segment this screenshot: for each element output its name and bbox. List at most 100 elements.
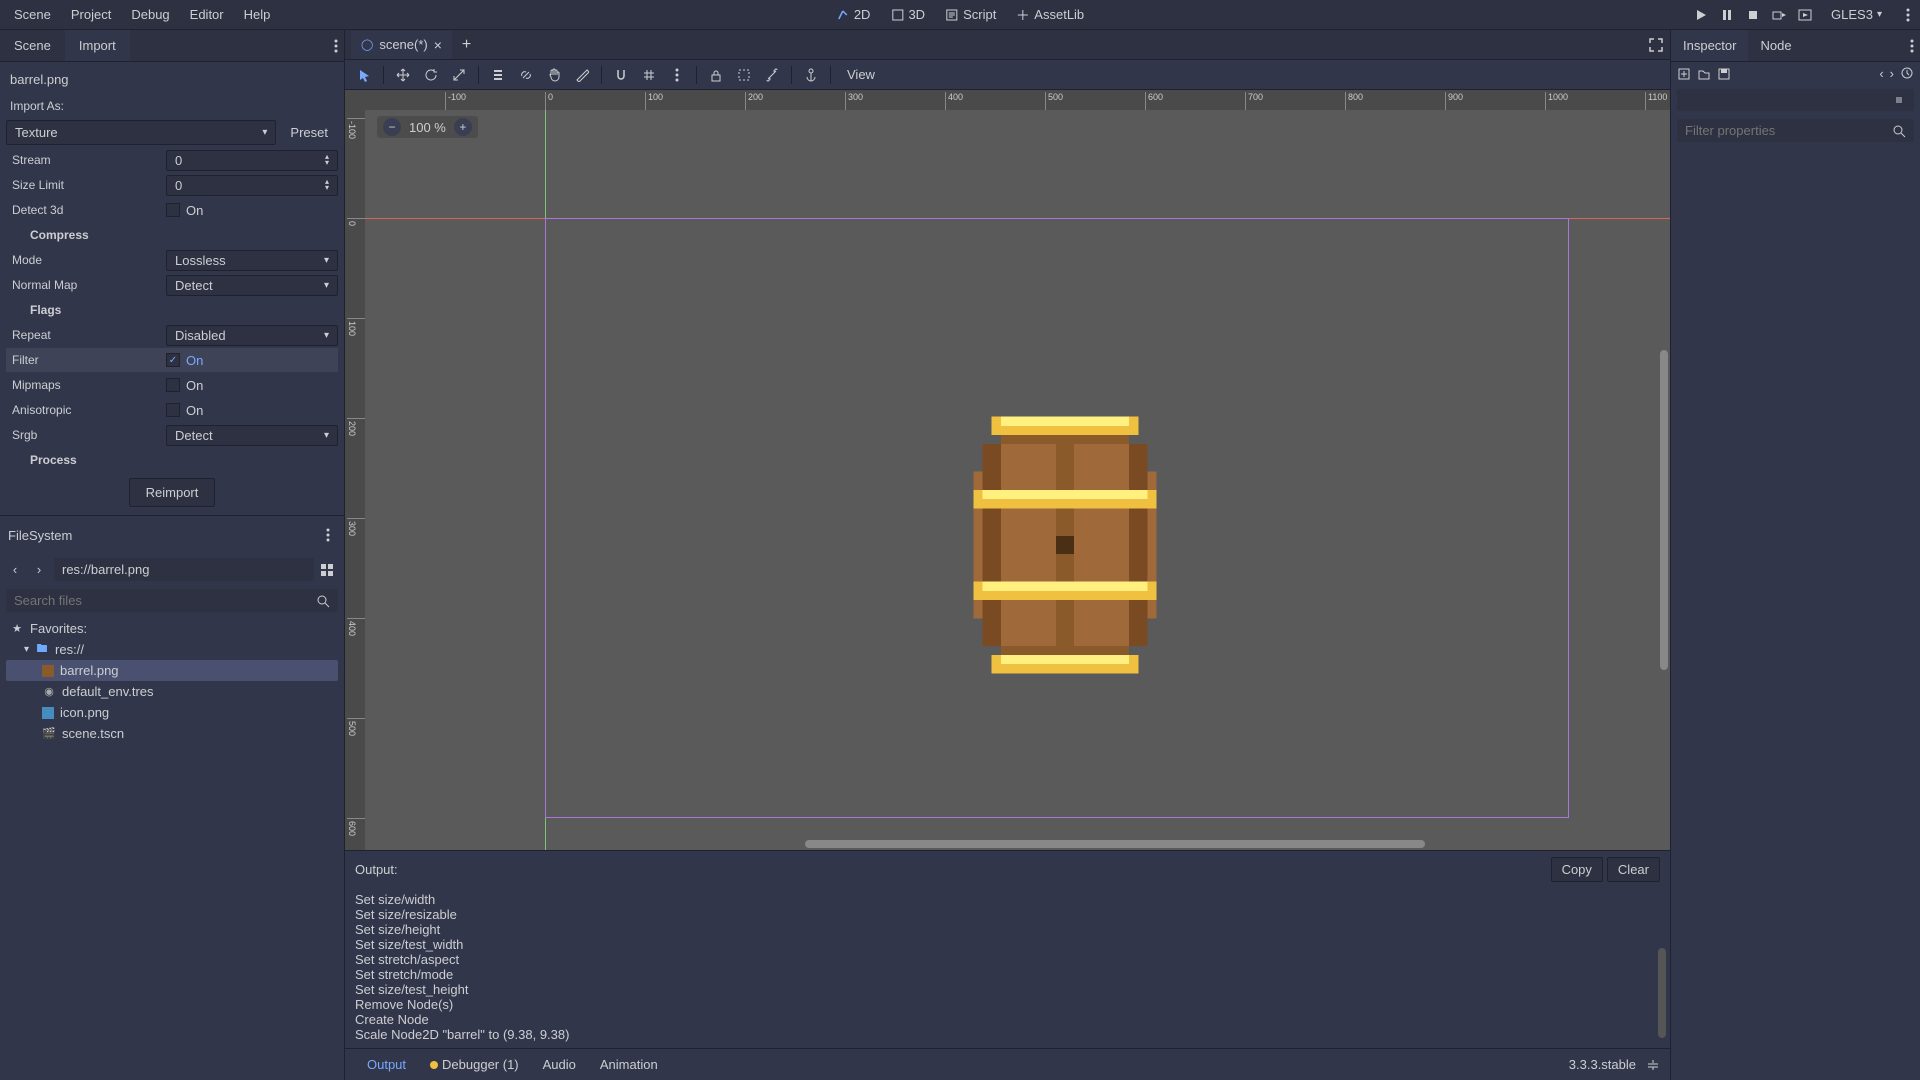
history-menu-button[interactable] (1900, 66, 1914, 81)
fs-search-input[interactable] (6, 589, 338, 612)
fs-layout-toggle[interactable] (320, 563, 338, 577)
load-resource-button[interactable] (1697, 67, 1711, 81)
expand-properties-button[interactable] (1892, 93, 1906, 107)
list-tool[interactable] (485, 63, 511, 87)
ruler-tool[interactable] (569, 63, 595, 87)
viewport-scrollbar-v[interactable] (1660, 350, 1668, 670)
preset-button[interactable]: Preset (280, 119, 338, 146)
close-tab-button[interactable]: × (434, 37, 442, 53)
group-tool[interactable] (731, 63, 757, 87)
nav-forward-button[interactable]: › (30, 562, 48, 577)
zoom-in-button[interactable]: + (454, 118, 472, 136)
lock-tool[interactable] (703, 63, 729, 87)
mipmaps-check[interactable] (166, 378, 180, 392)
fs-file-barrel[interactable]: barrel.png (6, 660, 338, 681)
editor-settings-icon[interactable] (1900, 7, 1916, 23)
fs-file-env[interactable]: ◉default_env.tres (6, 681, 338, 702)
filter-check[interactable] (166, 353, 180, 367)
normalmap-label: Normal Map (6, 278, 166, 292)
scene-tab[interactable]: ◯ scene(*) × (351, 31, 452, 59)
view-dropdown[interactable]: View (837, 63, 885, 86)
filter-properties-input[interactable] (1677, 119, 1914, 142)
move-tool[interactable] (390, 63, 416, 87)
anchor-tool[interactable] (798, 63, 824, 87)
bottom-tab-output[interactable]: Output (355, 1053, 418, 1076)
object-dropdown[interactable] (1677, 89, 1914, 111)
tab-inspector[interactable]: Inspector (1671, 30, 1748, 61)
stream-spinbox[interactable]: 0▴▾ (166, 150, 338, 171)
zoom-out-button[interactable]: − (383, 118, 401, 136)
normalmap-dropdown[interactable]: Detect▾ (166, 275, 338, 296)
add-tab-button[interactable]: + (452, 36, 481, 54)
new-resource-button[interactable] (1677, 67, 1691, 81)
import-file-name: barrel.png (6, 66, 338, 93)
fs-file-icon[interactable]: icon.png (6, 702, 338, 723)
menu-project[interactable]: Project (61, 1, 121, 28)
workspace-2d[interactable]: 2D (828, 3, 879, 26)
play-scene-button[interactable] (1771, 7, 1787, 23)
fs-menu-icon[interactable] (320, 522, 336, 548)
history-forward-button[interactable]: › (1890, 66, 1894, 81)
distraction-free-button[interactable] (1648, 37, 1664, 53)
bottom-panel-toggle[interactable] (1646, 1058, 1660, 1072)
menu-debug[interactable]: Debug (121, 1, 179, 28)
play-custom-button[interactable] (1797, 7, 1813, 23)
compress-section: Compress (6, 228, 166, 242)
fs-root[interactable]: ▾🖿res:// (6, 639, 338, 660)
tab-import[interactable]: Import (65, 30, 130, 61)
srgb-dropdown[interactable]: Detect▾ (166, 425, 338, 446)
menu-scene[interactable]: Scene (4, 1, 61, 28)
viewport[interactable]: -100010020030040050060070080090010001100… (345, 90, 1670, 850)
nav-back-button[interactable]: ‹ (6, 562, 24, 577)
pause-button[interactable] (1719, 7, 1735, 23)
import-type-dropdown[interactable]: Texture▾ (6, 120, 276, 145)
fs-file-scene[interactable]: 🎬scene.tscn (6, 723, 338, 744)
panel-menu-icon[interactable] (328, 33, 344, 59)
clear-button[interactable]: Clear (1607, 857, 1660, 882)
version-label: 3.3.3.stable (1569, 1057, 1646, 1072)
ruler-vertical: -1000100200300400500600700 (345, 110, 365, 850)
mode-dropdown[interactable]: Lossless▾ (166, 250, 338, 271)
bone-tool[interactable] (759, 63, 785, 87)
output-scrollbar[interactable] (1658, 948, 1666, 1038)
bottom-tab-audio[interactable]: Audio (531, 1053, 588, 1076)
fs-favorites[interactable]: ★Favorites: (6, 618, 338, 639)
script-icon (945, 8, 959, 22)
repeat-dropdown[interactable]: Disabled▾ (166, 325, 338, 346)
sizelimit-spinbox[interactable]: 0▴▾ (166, 175, 338, 196)
spin-arrows-icon: ▴▾ (325, 179, 329, 191)
chevron-down-icon: ▾ (324, 255, 329, 266)
copy-button[interactable]: Copy (1551, 857, 1603, 882)
play-button[interactable] (1693, 7, 1709, 23)
detect3d-check[interactable] (166, 203, 180, 217)
select-tool[interactable] (351, 63, 377, 87)
inspector-menu-icon[interactable] (1904, 33, 1920, 59)
workspace-3d[interactable]: 3D (882, 3, 933, 26)
scale-tool[interactable] (446, 63, 472, 87)
tab-scene[interactable]: Scene (0, 30, 65, 61)
barrel-sprite[interactable] (955, 395, 1175, 695)
menu-editor[interactable]: Editor (180, 1, 234, 28)
save-resource-button[interactable] (1717, 67, 1731, 81)
snap-menu[interactable] (664, 63, 690, 87)
bottom-tab-animation[interactable]: Animation (588, 1053, 670, 1076)
fs-path-field[interactable]: res://barrel.png (54, 558, 314, 581)
reimport-button[interactable]: Reimport (129, 478, 216, 507)
pan-tool[interactable] (541, 63, 567, 87)
snap-grid-tool[interactable] (636, 63, 662, 87)
workspace-assetlib[interactable]: AssetLib (1008, 3, 1092, 26)
renderer-select[interactable]: GLES3▾ (1823, 7, 1890, 22)
menu-help[interactable]: Help (234, 1, 281, 28)
snap-tool[interactable] (608, 63, 634, 87)
stop-button[interactable] (1745, 7, 1761, 23)
history-back-button[interactable]: ‹ (1879, 66, 1883, 81)
chevron-down-icon: ▾ (324, 430, 329, 441)
workspace-script[interactable]: Script (937, 3, 1004, 26)
anisotropic-check[interactable] (166, 403, 180, 417)
viewport-scrollbar-h[interactable] (805, 840, 1425, 848)
rotate-tool[interactable] (418, 63, 444, 87)
tab-node[interactable]: Node (1748, 30, 1803, 61)
scene-tab-label: scene(*) (379, 37, 427, 52)
bottom-tab-debugger[interactable]: Debugger (1) (418, 1053, 531, 1076)
link-tool[interactable] (513, 63, 539, 87)
